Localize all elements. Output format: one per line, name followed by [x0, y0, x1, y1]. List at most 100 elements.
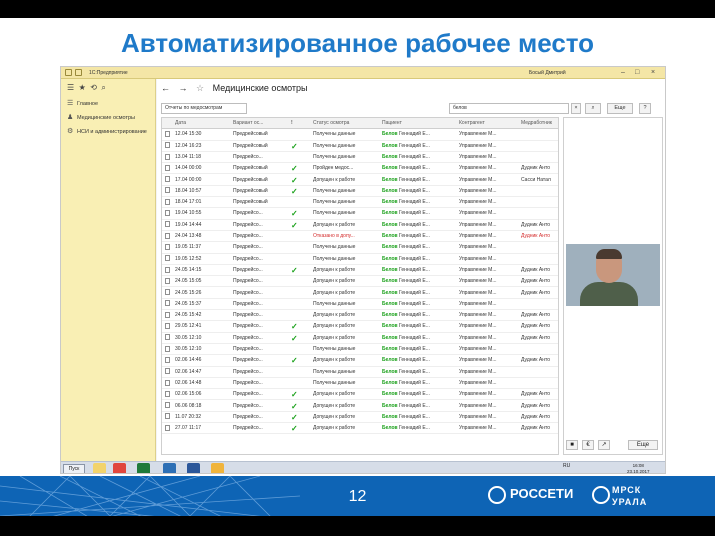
cell-status: Допущен к работе [313, 266, 356, 273]
back-icon[interactable]: ← [161, 83, 170, 93]
table-row[interactable]: 02.06 14:47 Предрейсо... Получены данные Бе… [162, 367, 558, 378]
table-row[interactable]: 30.05 12:10 Предрейсо... Получены данные Бе… [162, 344, 558, 356]
language-indicator[interactable]: RU [563, 463, 570, 469]
history-icon[interactable]: ⟲ [90, 83, 97, 92]
table-row[interactable]: 29.05 12:41 Предрейсо... ✓ Допущен к работе… [162, 321, 558, 333]
patient-name: Геннадий Е... [397, 210, 430, 217]
rosseti-logo-icon [488, 486, 506, 504]
chrome-icon[interactable] [113, 463, 126, 473]
menu-icon[interactable]: ☰ [67, 83, 74, 92]
cell-date: 12.04 15:30 [175, 131, 202, 138]
column-header[interactable]: Медработник [521, 118, 558, 129]
patient-name: Геннадий Е... [397, 379, 430, 386]
snapshot-icon[interactable]: € [582, 440, 594, 450]
app-menu-icon[interactable] [65, 69, 72, 76]
camera-icon[interactable]: ■ [566, 440, 578, 450]
sidebar-item-admin[interactable]: ⚙ НСИ и администрирование [67, 128, 147, 135]
system-clock[interactable]: 16:08 23.10.2017 [627, 463, 650, 473]
patient-surname: Белов [382, 176, 398, 183]
word-icon[interactable] [187, 463, 200, 473]
table-row[interactable]: 12.04 16:23 Предрейсовый ✓ Получены данные Б… [162, 141, 558, 152]
star-icon[interactable]: ★ [79, 83, 86, 92]
table-row[interactable]: 24.05 15:42 Предрейсо... Допущен к работе Б… [162, 310, 558, 322]
forward-icon[interactable]: → [179, 83, 188, 93]
table-row[interactable]: 14.04 00:00 Предрейсовый ✓ Пройден медос...… [162, 163, 558, 175]
document-icon [165, 378, 172, 389]
cell-contractor: Управление М... [459, 346, 497, 352]
search-icon[interactable]: ⌕ [101, 83, 105, 92]
1c-app-icon[interactable] [211, 463, 224, 473]
inspections-table: Дата Вариант ос... ! Статус осмотра Паци… [161, 117, 559, 455]
mrsk-title: МРСК [612, 485, 642, 495]
table-row[interactable]: 19.05 12:52 Предрейсо... Получены данные Бе… [162, 254, 558, 265]
minimize-icon[interactable]: – [621, 68, 625, 77]
more-button[interactable]: Еще [607, 103, 633, 114]
video-more-button[interactable]: Еще [628, 440, 658, 450]
maximize-icon[interactable]: □ [635, 68, 639, 77]
column-header[interactable]: Дата [175, 118, 223, 129]
cell-date: 12.04 16:23 [175, 142, 202, 149]
table-row[interactable]: 19.04 10:55 Предрейсо... ✓ Получены данные Б… [162, 208, 558, 220]
favorite-icon[interactable]: ☆ [196, 83, 204, 93]
help-button[interactable]: ? [639, 103, 651, 114]
cell-patient: Белов Геннадий Е... [382, 299, 456, 310]
cell-variant: Предрейсовый [233, 165, 268, 172]
cell-contractor: Управление М... [459, 266, 497, 273]
column-header[interactable]: Статус осмотра [313, 118, 377, 129]
table-row[interactable]: 24.04 13:48 Предрейсо... Отказано в допу..… [162, 231, 558, 243]
table-row[interactable]: 02.06 14:46 Предрейсо... ✓ Допущен к работе… [162, 355, 558, 367]
cell-variant: Предрейсовый [233, 131, 268, 138]
table-row[interactable]: 24.05 15:37 Предрейсо... Получены данные Бе… [162, 299, 558, 311]
reports-select[interactable]: Отчеты по медосмотрам [161, 103, 247, 114]
column-header[interactable]: ! [291, 118, 303, 129]
expand-icon[interactable]: ↗ [598, 440, 610, 450]
patient-name: Геннадий Е... [397, 391, 430, 398]
document-icon [165, 321, 172, 332]
start-button[interactable]: Пуск [63, 464, 85, 473]
cell-variant: Предрейсо... [233, 210, 263, 217]
column-header[interactable]: Пациент [382, 118, 456, 129]
table-row[interactable]: 18.04 17:01 Предрейсовый Получены данные Бе… [162, 197, 558, 209]
cell-date: 29.05 12:41 [175, 323, 202, 330]
sidebar-toolbar: ☰ ★ ⟲ ⌕ [67, 83, 106, 93]
cell-variant: Предрейсо... [233, 300, 263, 307]
table-row[interactable]: 11.07 20:32 Предрейсо... ✓ Допущен к работе… [162, 412, 558, 424]
patient-surname: Белов [382, 131, 398, 138]
checkmark-icon: ✓ [291, 141, 298, 151]
table-row[interactable]: 24.05 15:26 Предрейсо... Допущен к работе Б… [162, 288, 558, 299]
table-row[interactable]: 27.07 11:17 Предрейсо... ✓ Допущен к работе… [162, 423, 558, 435]
patient-name: Геннадий Е... [397, 244, 430, 251]
table-row[interactable]: 13.04 11:18 Предрейсо... Получены данные Бе… [162, 152, 558, 164]
cell-status: Получены данные [313, 131, 356, 138]
sidebar-item-main[interactable]: ☰ Главное [67, 100, 98, 107]
excel-icon[interactable] [137, 463, 150, 473]
column-header[interactable]: Вариант ос... [233, 118, 285, 129]
search-input[interactable]: белов [449, 103, 569, 114]
table-row[interactable]: 24.05 14:15 Предрейсо... ✓ Допущен к работе… [162, 265, 558, 277]
table-row[interactable]: 02.06 14:48 Предрейсо... Получены данные Бе… [162, 378, 558, 390]
patient-surname: Белов [382, 221, 398, 228]
sidebar-item-medical[interactable]: ♟ Медицинские осмотры [67, 114, 135, 121]
table-row[interactable]: 18.04 10:57 Предрейсовый ✓ Получены данные Б… [162, 186, 558, 198]
cell-patient: Белов Геннадий Е... [382, 141, 456, 152]
folder-icon[interactable] [93, 463, 106, 473]
column-header[interactable]: Контрагент [459, 118, 521, 129]
table-row[interactable]: 24.05 15:05 Предрейсо... Допущен к работе Б… [162, 276, 558, 288]
close-icon[interactable]: × [651, 68, 655, 77]
document-icon [165, 389, 172, 400]
table-row[interactable]: 30.05 12:10 Предрейсо... ✓ Допущен к работе… [162, 333, 558, 344]
document-icon [165, 276, 172, 287]
outlook-icon[interactable] [163, 463, 176, 473]
clear-search-button[interactable]: × [571, 103, 581, 114]
table-row[interactable]: 17.04 00:00 Предрейсовый ✓ Допущен к работе… [162, 175, 558, 186]
cell-variant: Предрейсо... [233, 221, 263, 228]
table-row[interactable]: 19.04 14:44 Предрейсо... ✓ Допущен к работе… [162, 220, 558, 231]
patient-surname: Белов [382, 278, 398, 285]
window-title: 1С:Предприятие [89, 70, 128, 76]
table-row[interactable]: 19.05 11:37 Предрейсо... Получены данные Бе… [162, 242, 558, 254]
search-button[interactable]: ⌕ [585, 103, 601, 114]
table-row[interactable]: 06.06 08:18 Предрейсо... ✓ Допущен к работе… [162, 401, 558, 412]
app-tools-icon[interactable] [75, 69, 82, 76]
table-row[interactable]: 02.06 15:06 Предрейсо... ✓ Допущен к работе… [162, 389, 558, 401]
table-row[interactable]: 12.04 15:30 Предрейсовый Получены данные Бе… [162, 129, 558, 141]
